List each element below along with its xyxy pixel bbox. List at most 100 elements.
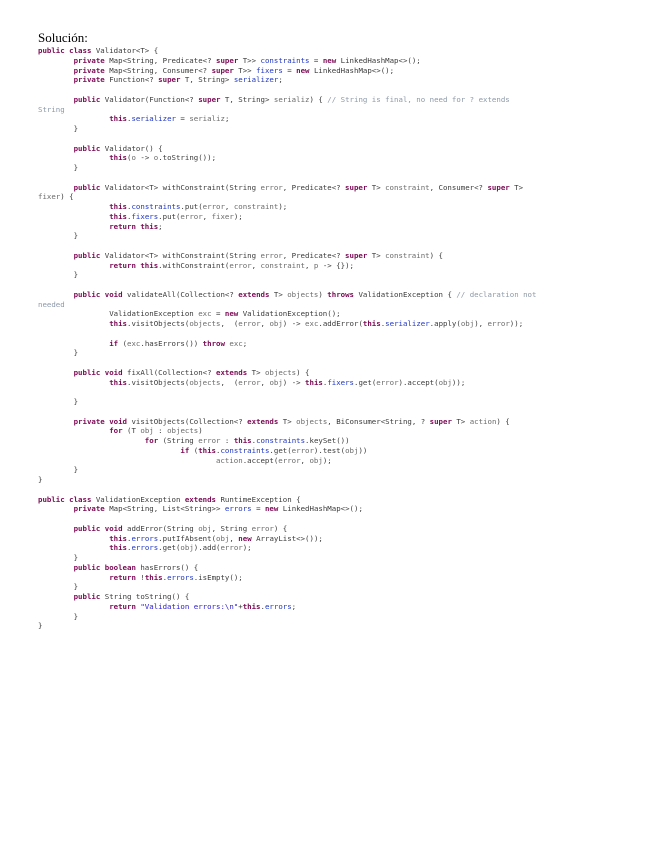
code-line: }	[38, 612, 638, 622]
code-line: ​	[38, 514, 638, 524]
code-token: String toString() {	[104, 592, 190, 601]
code-line: ​	[38, 387, 638, 397]
code-line: this.visitObjects(objects, (error, obj) …	[38, 378, 638, 388]
code-line: public void fixAll(Collection<? extends …	[38, 368, 638, 378]
field-token: errors	[131, 543, 159, 553]
keyword-token: this	[109, 202, 128, 211]
code-token: }	[38, 397, 79, 406]
code-token: .visitObjects(	[127, 377, 190, 387]
code-token: Map<String, Predicate<?	[109, 55, 217, 65]
code-token: )	[318, 289, 328, 299]
code-token: .withConstraint(	[158, 260, 230, 270]
param-token: error	[251, 523, 274, 533]
code-token: }	[38, 611, 79, 621]
code-token: fixAll(Collection<?	[127, 367, 217, 377]
param-token: action	[215, 455, 243, 465]
code-token: (String	[162, 436, 199, 445]
param-token: obj	[269, 319, 283, 328]
keyword-token: return	[109, 601, 141, 611]
keyword-token: extends	[184, 494, 221, 504]
page-title: Solución:	[38, 30, 88, 45]
code-line: private Function<? super T, String> seri…	[38, 75, 638, 85]
code-token: hasErrors() {	[140, 562, 199, 572]
param-token: error	[180, 211, 203, 221]
code-token: }	[38, 465, 79, 475]
param-token: obj	[460, 319, 475, 328]
keyword-token: super	[345, 182, 372, 192]
code-token: ValidationException {	[358, 289, 457, 299]
keyword-token: if	[180, 445, 194, 455]
code-line: ​	[38, 329, 638, 339]
code-line: }	[38, 582, 638, 592]
code-line: }	[38, 231, 638, 241]
code-token: ).test(	[313, 445, 346, 455]
code-token: .put(	[158, 211, 181, 221]
code-token: LinkedHashMap<>();	[340, 55, 421, 65]
keyword-token: private	[73, 75, 110, 85]
keyword-token: extends	[238, 289, 274, 299]
code-token: , (	[220, 319, 239, 328]
param-token: error	[238, 377, 261, 387]
param-token: exc	[229, 338, 243, 348]
field-token: serializer	[385, 319, 430, 328]
keyword-token: private	[73, 65, 110, 75]
keyword-token: private void	[73, 416, 132, 426]
code-line: String	[38, 105, 638, 115]
code-token: =	[282, 65, 297, 75]
code-token: ArrayList<>());	[256, 533, 323, 543]
code-token: ,	[305, 260, 314, 270]
code-token: T>	[371, 250, 386, 260]
code-line: ​	[38, 173, 638, 183]
code-token: ).add(	[193, 543, 221, 553]
code-token: T>	[282, 416, 297, 426]
keyword-token: this	[233, 436, 252, 445]
code-line: }	[38, 397, 638, 407]
code-token: ) ->	[282, 319, 306, 328]
keyword-token: public void	[73, 523, 128, 533]
code-token: ,	[224, 202, 234, 211]
code-token: Validator(Function<?	[104, 94, 199, 104]
code-token: Validator() {	[104, 143, 163, 153]
code-token: , (	[220, 377, 239, 387]
keyword-token: new	[238, 533, 257, 543]
keyword-token: if	[109, 338, 123, 348]
code-token: T, String>	[224, 94, 274, 104]
code-token: .isEmpty();	[193, 572, 243, 582]
keyword-token: public void	[73, 367, 128, 377]
code-line: ​	[38, 485, 638, 495]
code-line: action.accept(error, obj);	[38, 456, 638, 466]
code-token: }	[38, 348, 79, 358]
code-line: public class Validator<T> {	[38, 46, 638, 56]
param-token: obj	[345, 445, 359, 455]
code-token: );	[278, 202, 288, 211]
code-token: ))	[358, 445, 368, 455]
field-token: constraints	[260, 55, 310, 65]
code-line: private Map<String, Consumer<? super T>>…	[38, 66, 638, 76]
code-line: ValidationException exc = new Validation…	[38, 309, 638, 319]
param-token: objects	[287, 289, 319, 299]
code-line: }	[38, 621, 638, 631]
comment-token: // String is final, no need for ? extend…	[327, 94, 510, 104]
param-token: error	[202, 202, 225, 211]
param-token: obj	[198, 523, 212, 533]
param-token: obj	[180, 543, 194, 553]
code-token: ).accept(	[398, 377, 439, 387]
keyword-token: this	[305, 377, 323, 387]
document-page: Solución: public class Validator<T> { pr…	[0, 0, 655, 848]
code-token: , Predicate<?	[282, 182, 346, 192]
code-token: }	[38, 553, 79, 562]
code-token: Map<String, List<String>>	[109, 504, 225, 514]
code-token: Validator<T> withConstraint(String	[104, 182, 261, 192]
keyword-token: this	[362, 319, 381, 328]
field-token: errors	[224, 504, 252, 514]
code-token: ;	[278, 75, 283, 85]
param-token: obj	[140, 426, 154, 436]
